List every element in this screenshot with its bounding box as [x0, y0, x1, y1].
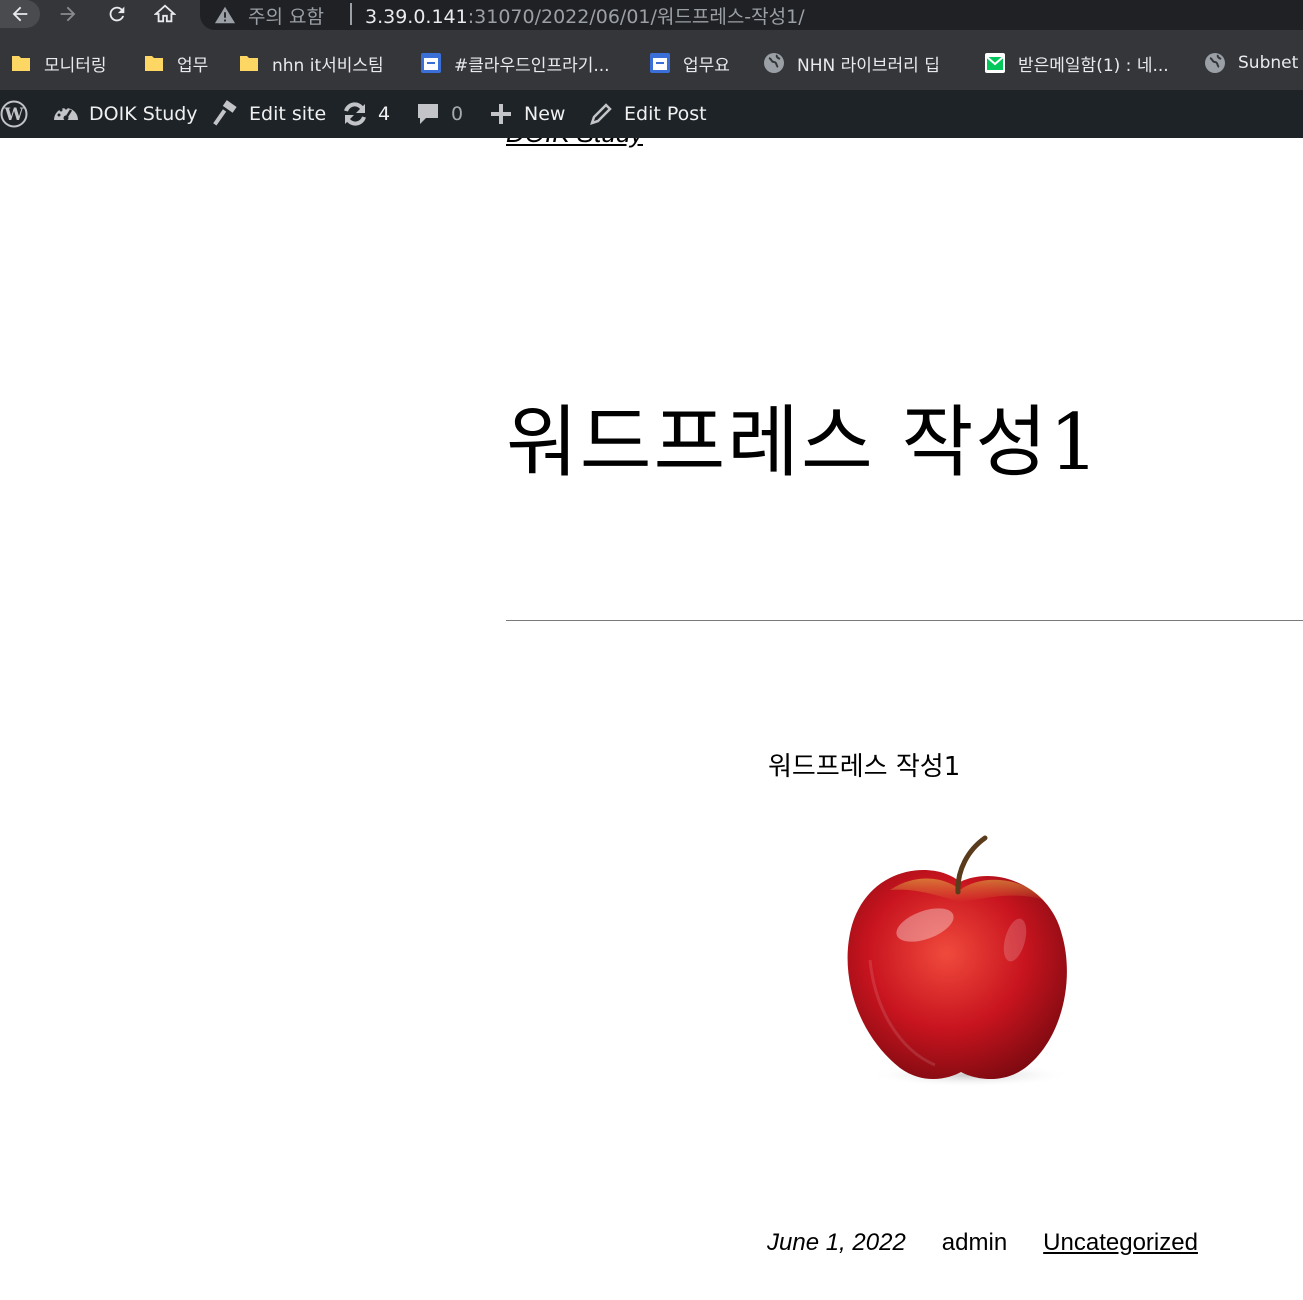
- forward-button[interactable]: [48, 0, 88, 28]
- warning-triangle-icon[interactable]: [214, 4, 236, 26]
- wp-edit-post-button[interactable]: Edit Post: [587, 90, 707, 138]
- bookmark-work-request[interactable]: 업무요: [649, 36, 730, 90]
- bookmark-cloud-infra[interactable]: #클라우드인프라기...: [420, 36, 610, 90]
- dashboard-gauge-icon: [54, 106, 78, 121]
- post-category-link[interactable]: Uncategorized: [1043, 1229, 1198, 1257]
- apple-illustration: [847, 835, 1070, 1087]
- post-title: 워드프레스 작성1: [506, 398, 1101, 488]
- wp-new-content-button[interactable]: New: [487, 90, 565, 138]
- svg-text:W: W: [3, 105, 24, 125]
- url-path: :31070/2022/06/01/워드프레스-작성1/: [467, 6, 805, 28]
- wp-logo-menu[interactable]: W: [0, 90, 37, 138]
- bookmark-label: 업무요: [683, 55, 730, 76]
- mail-icon: [985, 53, 1005, 73]
- bookmark-label: nhn it서비스팀: [272, 55, 384, 76]
- pencil-icon: [590, 103, 612, 125]
- folder-icon: [145, 56, 163, 71]
- wp-edit-post-label: Edit Post: [624, 103, 707, 125]
- bookmark-folder-nhn-it[interactable]: nhn it서비스팀: [238, 36, 384, 90]
- post-content-text: 워드프레스 작성1: [768, 752, 961, 782]
- bookmarks-bar: 모니터링 업무 nhn it서비스팀 #클라우드인프라기... 업무요 NHN …: [0, 36, 1303, 90]
- home-icon: [154, 4, 176, 23]
- plus-icon: [491, 104, 511, 124]
- calendar-icon: [421, 53, 441, 73]
- address-bar[interactable]: 주의 요함 3.39.0.141:31070/2022/06/01/워드프레스-…: [200, 0, 1303, 30]
- back-button[interactable]: [0, 0, 40, 28]
- post-date: June 1, 2022: [767, 1229, 906, 1256]
- globe-icon: [764, 53, 784, 73]
- bookmark-label: 업무: [177, 55, 209, 76]
- wp-edit-site-label: Edit site: [249, 103, 327, 125]
- bookmark-inbox[interactable]: 받은메일함(1) : 네...: [984, 36, 1169, 90]
- bookmark-nhn-library[interactable]: NHN 라이브러리 딥: [763, 36, 940, 90]
- url-text[interactable]: 3.39.0.141:31070/2022/06/01/워드프레스-작성1/: [365, 2, 805, 29]
- bookmark-subnet[interactable]: Subnet: [1204, 36, 1298, 90]
- wp-edit-site-button[interactable]: Edit site: [212, 90, 326, 138]
- updates-refresh-icon: [344, 102, 366, 126]
- wp-updates-count: 4: [378, 103, 391, 125]
- security-warning-text: 주의 요함: [248, 6, 324, 28]
- wordpress-logo-icon: W: [0, 100, 28, 128]
- bookmark-label: Subnet: [1238, 53, 1299, 73]
- arrow-left-icon: [12, 6, 28, 22]
- bookmark-label: 받은메일함(1) : 네...: [1018, 55, 1169, 76]
- url-host: 3.39.0.141: [365, 6, 468, 28]
- post-meta: June 1, 2022 admin Uncategorized: [767, 1226, 1198, 1260]
- wp-comments-button[interactable]: 0: [414, 90, 463, 138]
- wp-comments-count: 0: [451, 103, 464, 125]
- address-separator: [350, 3, 352, 25]
- folder-icon: [240, 56, 258, 71]
- calendar-icon: [650, 53, 670, 73]
- post-author: admin: [941, 1229, 1008, 1256]
- browser-toolbar: 주의 요함 3.39.0.141:31070/2022/06/01/워드프레스-…: [0, 0, 1303, 36]
- bookmark-folder-work[interactable]: 업무: [143, 36, 208, 90]
- arrow-right-icon: [60, 6, 76, 22]
- home-button[interactable]: [145, 0, 185, 28]
- wp-new-label: New: [524, 103, 566, 125]
- title-divider: [506, 620, 1303, 621]
- reload-icon: [109, 6, 125, 22]
- bookmark-label: #클라우드인프라기...: [454, 55, 610, 76]
- post-image-apple: [830, 830, 1090, 1090]
- reload-button[interactable]: [97, 0, 137, 28]
- folder-icon: [12, 56, 30, 71]
- wp-site-name-menu[interactable]: DOIK Study: [52, 90, 198, 138]
- wp-site-name-label: DOIK Study: [89, 103, 198, 125]
- hammer-icon: [213, 100, 237, 126]
- bookmark-label: 모니터링: [44, 55, 107, 76]
- bookmark-label: NHN 라이브러리 딥: [797, 55, 940, 76]
- comment-bubble-icon: [418, 104, 438, 124]
- wp-admin-bar: W DOIK Study Edit site 4 0 New Edit Post: [0, 90, 1303, 138]
- wp-updates-button[interactable]: 4: [341, 90, 390, 138]
- globe-icon: [1205, 53, 1225, 73]
- bookmark-folder-monitoring[interactable]: 모니터링: [10, 36, 107, 90]
